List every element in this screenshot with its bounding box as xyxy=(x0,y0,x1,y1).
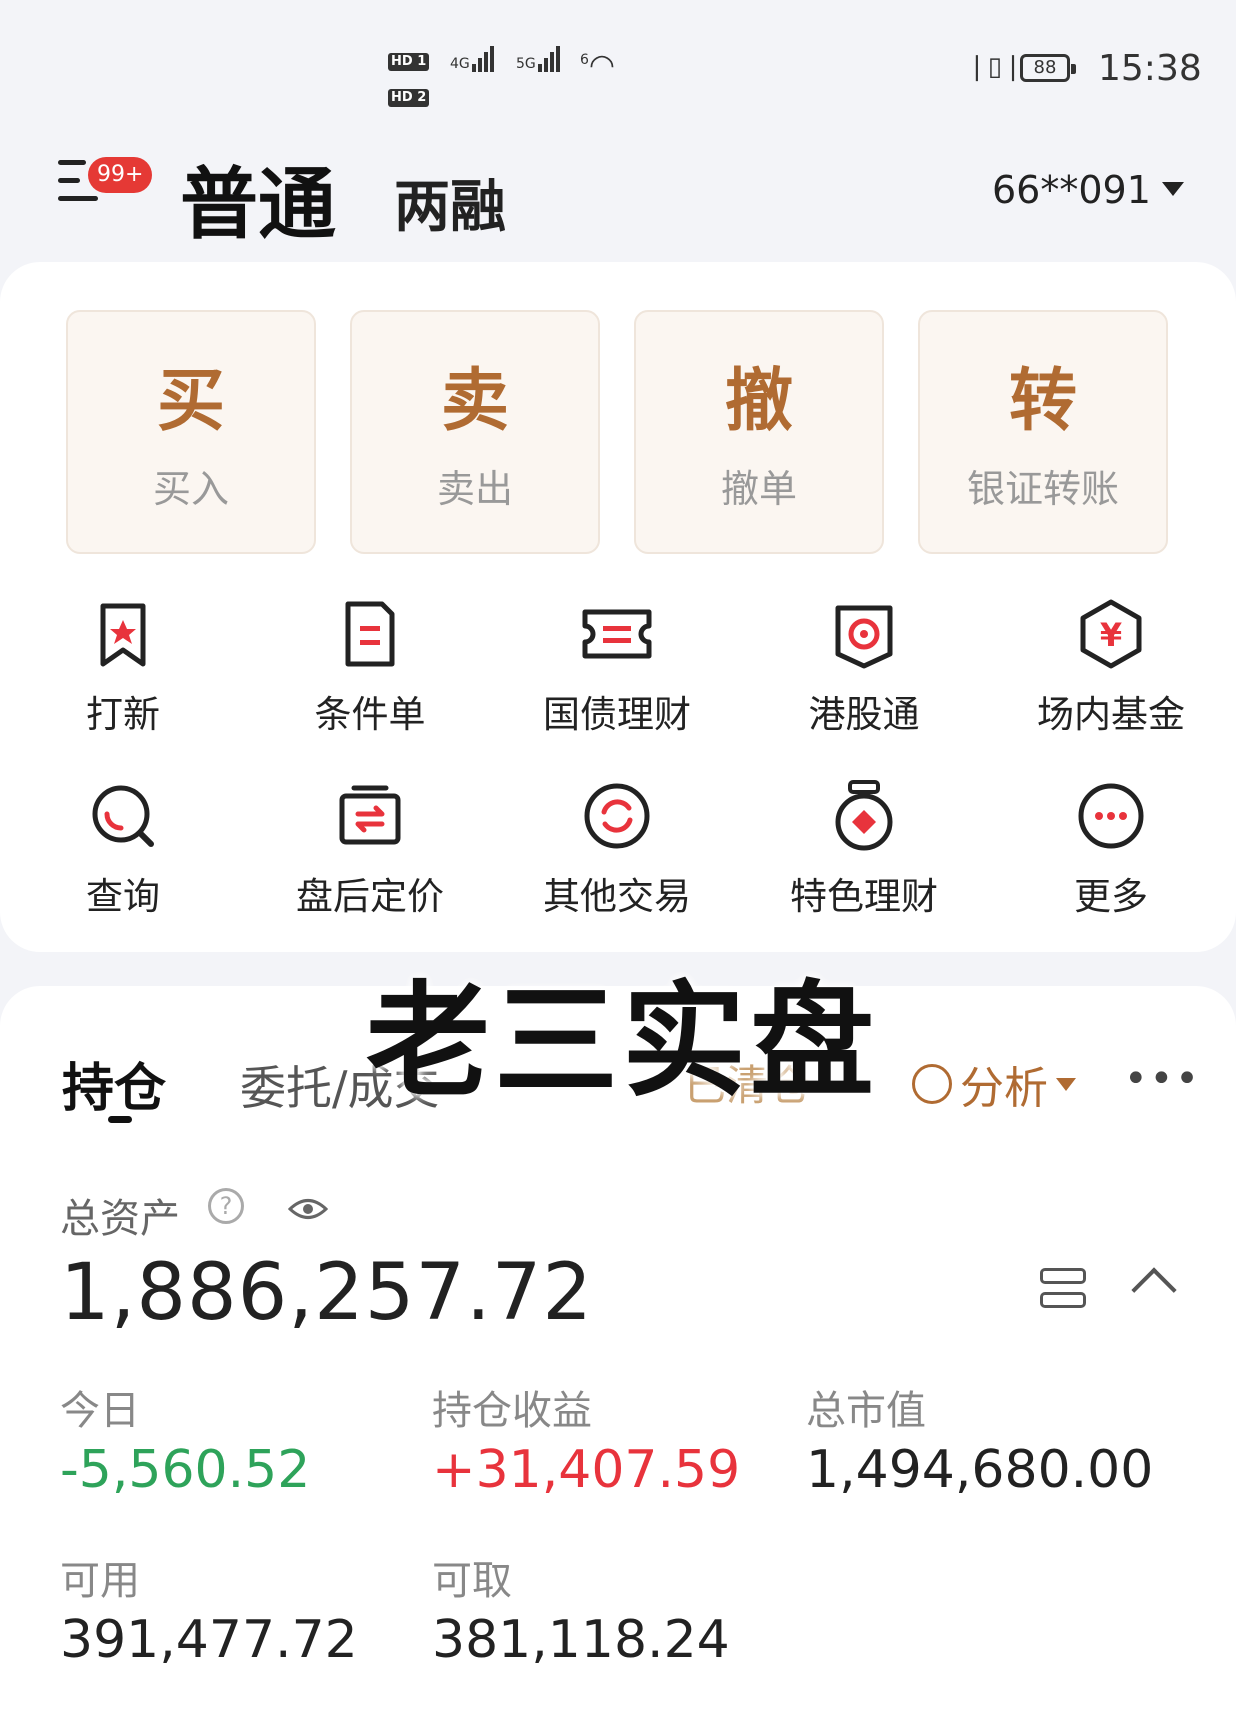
holding-profit-value: +31,407.59 xyxy=(432,1440,741,1500)
func-label: 特色理财 xyxy=(790,875,938,918)
func-conditional-order[interactable]: 条件单 xyxy=(260,594,480,738)
withdrawable-value: 381,118.24 xyxy=(432,1610,730,1670)
cancel-label: 撤单 xyxy=(720,467,797,511)
func-featured-wealth[interactable]: 特色理财 xyxy=(754,776,974,920)
chevron-up-icon[interactable] xyxy=(1131,1267,1177,1313)
eye-icon[interactable] xyxy=(288,1196,328,1222)
battery-icon: 88 xyxy=(1020,54,1076,82)
analysis-label: 分析 xyxy=(960,1063,1048,1114)
tab-regular[interactable]: 普通 xyxy=(180,142,336,254)
tab-margin[interactable]: 两融 xyxy=(394,162,506,243)
status-bar: HD 1 HD 2 4G 5G 6◠ ❘▯❘ 88 15:38 xyxy=(0,0,1236,120)
account-selector[interactable]: 66**091 xyxy=(992,168,1151,212)
func-query[interactable]: 查询 xyxy=(13,776,233,920)
cancel-glyph: 撤 xyxy=(724,362,793,441)
withdrawable-label: 可取 xyxy=(432,1558,512,1604)
refresh-icon xyxy=(584,783,650,849)
func-label: 国债理财 xyxy=(543,693,691,736)
ticket-icon xyxy=(582,609,652,659)
cancel-order-button[interactable]: 撤 撤单 xyxy=(634,310,884,554)
network-type-1: 4G xyxy=(450,56,470,72)
func-label: 港股通 xyxy=(808,693,920,736)
func-more[interactable]: 更多 xyxy=(1001,776,1221,920)
total-assets-label: 总资产 xyxy=(60,1196,180,1242)
func-label: 查询 xyxy=(86,875,160,918)
buy-glyph: 买 xyxy=(156,362,225,441)
help-icon[interactable]: ? xyxy=(208,1188,244,1224)
sell-label: 卖出 xyxy=(436,467,513,511)
chart-icon xyxy=(912,1064,952,1104)
today-value: -5,560.52 xyxy=(60,1440,311,1500)
signal-4g-icon: 4G xyxy=(450,46,494,72)
func-treasury[interactable]: 国债理财 xyxy=(507,594,727,738)
buy-label: 买入 xyxy=(152,467,229,511)
search-icon xyxy=(92,785,154,847)
signal-5g-icon: 5G xyxy=(516,46,560,72)
notification-badge: 99+ xyxy=(88,157,153,193)
market-value-label: 总市值 xyxy=(806,1388,926,1434)
func-label: 打新 xyxy=(86,693,160,736)
transfer-label: 银证转账 xyxy=(966,467,1119,511)
available-label: 可用 xyxy=(60,1558,140,1604)
market-value: 1,494,680.00 xyxy=(806,1440,1154,1500)
func-label: 其他交易 xyxy=(543,875,691,918)
sim2-label: HD 2 xyxy=(388,89,430,107)
chevron-down-icon[interactable] xyxy=(1162,182,1184,196)
bookmark-star-icon xyxy=(100,603,146,667)
func-label: 更多 xyxy=(1074,875,1148,918)
wifi-icon: 6◠ xyxy=(580,48,616,83)
func-exchange-fund[interactable]: ¥ 场内基金 xyxy=(1001,594,1221,738)
sim-indicator: HD 1 HD 2 xyxy=(388,42,430,114)
wifi-version: 6 xyxy=(580,52,589,68)
layout-toggle-icon[interactable] xyxy=(1040,1268,1086,1312)
transfer-button[interactable]: 转 银证转账 xyxy=(918,310,1168,554)
chevron-down-icon xyxy=(1056,1077,1076,1091)
medal-icon xyxy=(835,780,893,851)
more-icon xyxy=(1078,783,1144,849)
func-after-hours[interactable]: 盘后定价 xyxy=(260,776,480,920)
more-options-icon[interactable]: ••• xyxy=(1124,1056,1201,1102)
func-label: 条件单 xyxy=(314,693,426,736)
clock: 15:38 xyxy=(1098,48,1202,89)
tab-holdings[interactable]: 持仓 xyxy=(62,1046,166,1121)
func-label: 盘后定价 xyxy=(296,875,444,918)
yen-hexagon-icon: ¥ xyxy=(1080,599,1142,669)
total-assets-value: 1,886,257.72 xyxy=(60,1248,594,1338)
sim1-label: HD 1 xyxy=(388,53,430,71)
buy-button[interactable]: 买 买入 xyxy=(66,310,316,554)
holding-profit-label: 持仓收益 xyxy=(432,1388,592,1434)
sell-button[interactable]: 卖 卖出 xyxy=(350,310,600,554)
network-type-2: 5G xyxy=(516,56,536,72)
func-ipo[interactable]: 打新 xyxy=(13,594,233,738)
transfer-glyph: 转 xyxy=(1008,362,1077,441)
sell-glyph: 卖 xyxy=(440,362,509,441)
today-label: 今日 xyxy=(60,1388,140,1434)
available-value: 391,477.72 xyxy=(60,1610,358,1670)
watermark-overlay: 老三实盘 xyxy=(366,970,879,1114)
func-hk-connect[interactable]: 港股通 xyxy=(754,594,974,738)
hk-flower-icon xyxy=(835,605,893,669)
analysis-button[interactable]: 分析 xyxy=(912,1052,1076,1116)
tab-underline xyxy=(108,1116,132,1123)
func-label: 场内基金 xyxy=(1037,693,1185,736)
exchange-icon xyxy=(339,785,401,845)
document-icon xyxy=(345,601,395,667)
vibrate-icon: ❘▯❘ xyxy=(966,52,1024,82)
svg-text:¥: ¥ xyxy=(1100,616,1122,654)
func-other-trades[interactable]: 其他交易 xyxy=(507,776,727,920)
trade-actions-card: 买 买入 卖 卖出 撤 撤单 转 银证转账 打新 条件单 国债理财 港股通 ¥ … xyxy=(0,262,1236,952)
